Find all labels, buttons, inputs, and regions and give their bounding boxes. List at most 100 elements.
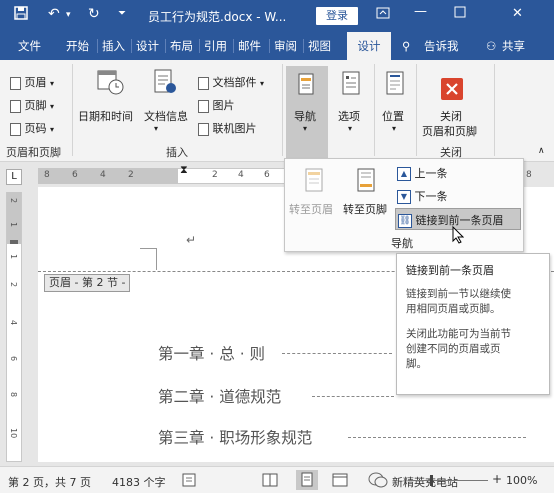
ruler-number: 2	[9, 282, 18, 288]
previous-button[interactable]: ▲ 上一条	[397, 165, 448, 181]
options-dropdown-icon[interactable]: ▾	[348, 124, 352, 133]
ruler-number: 8	[44, 170, 50, 180]
tab-review[interactable]: 审阅	[274, 32, 297, 60]
tab-design-doc[interactable]: 设计	[136, 32, 159, 60]
proofing-icon[interactable]	[182, 473, 198, 490]
share-button[interactable]: 共享	[502, 32, 525, 60]
position-dropdown-icon[interactable]: ▾	[392, 124, 396, 133]
zoom-slider-thumb[interactable]	[430, 475, 433, 486]
doc-info-icon[interactable]	[152, 68, 178, 99]
login-button[interactable]: 登录	[316, 7, 358, 25]
paragraph-mark: ↵	[186, 233, 197, 247]
tab-file[interactable]: 文件	[18, 32, 41, 60]
toc-leader	[282, 353, 392, 354]
header-button[interactable]: 页眉 ▾	[10, 74, 54, 90]
status-bar: 第 2 页，共 7 页 4183 个字 新精英充电站 + 100%	[0, 466, 554, 493]
web-layout-icon[interactable]	[332, 473, 348, 490]
close-label-line1[interactable]: 关闭	[440, 108, 462, 124]
word-count[interactable]: 4183 个字	[112, 474, 166, 490]
ruler-number: 6	[9, 356, 18, 362]
toc-entry[interactable]: 第二章 · 道德规范	[158, 385, 281, 407]
ribbon-display-options-icon[interactable]	[376, 6, 390, 24]
page-count[interactable]: 第 2 页，共 7 页	[8, 474, 91, 490]
goto-footer-icon[interactable]	[355, 167, 377, 196]
redo-icon[interactable]: ↻	[88, 6, 100, 22]
ruler-number: 6	[264, 170, 270, 180]
picture-icon	[198, 99, 209, 113]
collapse-ribbon-icon[interactable]: ∧	[538, 146, 545, 156]
options-label[interactable]: 选项	[338, 108, 360, 124]
tell-me-search[interactable]: 告诉我	[424, 32, 459, 60]
save-icon[interactable]	[14, 6, 28, 24]
goto-header-button[interactable]: 转至页眉	[289, 201, 333, 217]
zoom-slider[interactable]	[408, 480, 488, 481]
page-number-button[interactable]: 页码 ▾	[10, 120, 54, 136]
group-label-navigation: 导航	[391, 237, 413, 250]
doc-parts-button[interactable]: 文档部件 ▾	[198, 74, 264, 90]
indent-marker-icon[interactable]: ⧗	[180, 163, 188, 177]
navigation-dropdown-icon: ▾	[303, 124, 308, 133]
ruler-number: 8	[9, 392, 18, 398]
tab-mailings[interactable]: 邮件	[238, 32, 261, 60]
doc-parts-icon	[198, 76, 209, 90]
read-mode-icon[interactable]	[262, 473, 278, 490]
ruler-number: 2	[212, 170, 218, 180]
tab-insert[interactable]: 插入	[102, 32, 125, 60]
next-button[interactable]: ▼ 下一条	[397, 188, 448, 204]
toc-entry[interactable]: 第三章 · 职场形象规范	[158, 426, 312, 448]
tab-header-footer-design[interactable]: 设计	[347, 32, 391, 60]
ruler-number: 6	[72, 170, 78, 180]
maximize-icon[interactable]	[454, 6, 466, 22]
ribbon: 页眉 ▾ 页脚 ▾ 页码 ▾ 页眉和页脚 日期和时间 文档信息 ▾ 文档部件 ▾…	[0, 60, 554, 162]
tab-layout[interactable]: 布局	[170, 32, 193, 60]
picture-button[interactable]: 图片	[198, 97, 235, 113]
minimize-icon[interactable]: —	[414, 4, 427, 19]
group-label-header-footer: 页眉和页脚	[6, 146, 61, 159]
zoom-level[interactable]: 100%	[506, 474, 537, 487]
close-header-footer-icon[interactable]	[441, 78, 463, 103]
link-to-previous-icon: ⛓	[398, 214, 412, 228]
print-layout-icon[interactable]	[296, 470, 318, 490]
ruler-number: 2	[9, 198, 18, 204]
header-section-tag: 页眉 - 第 2 节 -	[44, 274, 131, 292]
toc-entry[interactable]: 第一章 · 总 · 则	[158, 342, 265, 364]
title-bar: ↶ ▾ ↻ ⏷ 员工行为规范.docx - W... 登录 — ✕	[0, 0, 554, 32]
lightbulb-icon: ⚲	[402, 39, 411, 53]
tab-selector-icon[interactable]: L	[6, 169, 22, 185]
date-time-icon[interactable]	[96, 68, 124, 99]
online-picture-button[interactable]: 联机图片	[198, 120, 257, 136]
ruler-number: 1	[9, 222, 18, 228]
position-icon[interactable]	[384, 70, 406, 99]
undo-icon[interactable]: ↶	[48, 6, 60, 22]
online-picture-icon	[198, 122, 209, 136]
undo-dropdown-icon[interactable]: ▾	[66, 10, 71, 20]
goto-footer-button[interactable]: 转至页脚	[343, 201, 387, 217]
tab-view[interactable]: 视图	[308, 32, 331, 60]
navigation-dropdown-panel: 转至页眉 转至页脚 ▲ 上一条 ▼ 下一条 ⛓ 链接到前一条页眉 导航	[284, 158, 524, 252]
close-label-line2[interactable]: 页眉和页脚	[422, 123, 477, 139]
ruler-number: 1	[9, 254, 18, 260]
position-label[interactable]: 位置	[382, 108, 404, 124]
date-time-label[interactable]: 日期和时间	[78, 108, 133, 124]
footer-button[interactable]: 页脚 ▾	[10, 97, 54, 113]
navigation-button[interactable]: 导航 ▾	[286, 66, 328, 162]
close-window-icon[interactable]: ✕	[512, 6, 523, 21]
ruler-marker	[10, 240, 18, 244]
tab-home[interactable]: 开始	[66, 32, 89, 60]
tooltip-body: 关闭此功能可为当前节 创建不同的页眉或页 脚。	[406, 328, 511, 370]
mouse-cursor-icon	[452, 225, 465, 247]
ruler-number: 4	[100, 170, 106, 180]
zoom-in-icon[interactable]: +	[492, 472, 502, 486]
watermark-text: 新精英充电站	[392, 476, 458, 489]
group-label-insert: 插入	[166, 146, 188, 159]
toc-leader	[348, 437, 526, 438]
goto-header-icon[interactable]	[303, 167, 325, 196]
customize-quick-access-icon[interactable]: ⏷	[118, 8, 126, 19]
window-title: 员工行为规范.docx - W...	[148, 10, 287, 24]
options-icon[interactable]	[340, 70, 362, 99]
header-icon	[10, 76, 21, 90]
tab-references[interactable]: 引用	[204, 32, 227, 60]
margin-corner-mark	[156, 248, 157, 270]
doc-info-dropdown-icon[interactable]: ▾	[154, 124, 158, 133]
doc-info-label[interactable]: 文档信息	[144, 108, 188, 124]
